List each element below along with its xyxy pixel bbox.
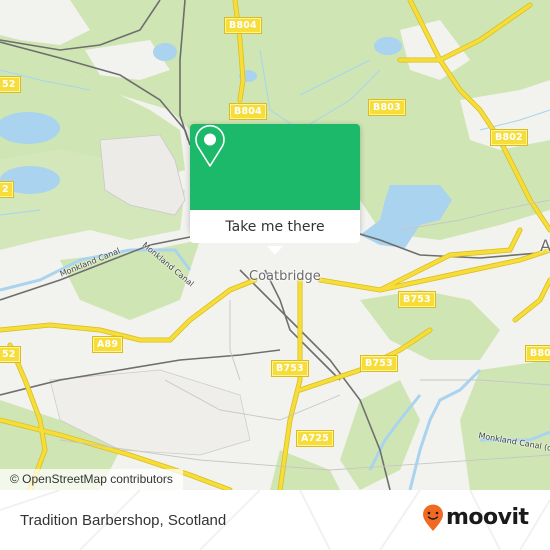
road-label-b753: B753 (398, 291, 436, 308)
road-label-b753: B753 (360, 355, 398, 372)
road-label-b753: B753 (271, 360, 309, 377)
road-label-b752: 52 (0, 76, 21, 93)
footer-bar: Tradition Barbershop, Scotland moovit (0, 490, 550, 550)
popup-header (190, 124, 360, 210)
place-name: Tradition Barbershop, Scotland (20, 512, 227, 529)
place-label-edge: A (540, 236, 550, 255)
road-label-b752: 52 (0, 346, 21, 363)
road-label-b804: B804 (229, 103, 267, 120)
map-view[interactable]: B804 B804 B803 B802 B802 52 2 52 A89 B75… (0, 0, 550, 490)
road-label-b752: 2 (0, 181, 14, 198)
popup-arrow (267, 246, 283, 255)
moovit-logo[interactable]: moovit (422, 504, 529, 532)
map-tiles (0, 0, 550, 490)
road-label-b804: B804 (224, 17, 262, 34)
location-popup: Take me there (190, 124, 360, 255)
road-label-b803: B803 (368, 99, 406, 116)
take-me-there-button[interactable]: Take me there (190, 210, 360, 243)
map-pin-icon (195, 124, 225, 167)
moovit-pin-icon (423, 504, 443, 531)
road-label-b802: B802 (525, 345, 550, 362)
road-label-b802: B802 (490, 129, 528, 146)
map-attribution[interactable]: © OpenStreetMap contributors (0, 469, 183, 490)
brand-name: moovit (446, 505, 529, 530)
place-label-coatbridge: Coatbridge (249, 269, 321, 284)
road-label-a725: A725 (296, 430, 334, 447)
road-label-a89: A89 (91, 336, 124, 353)
